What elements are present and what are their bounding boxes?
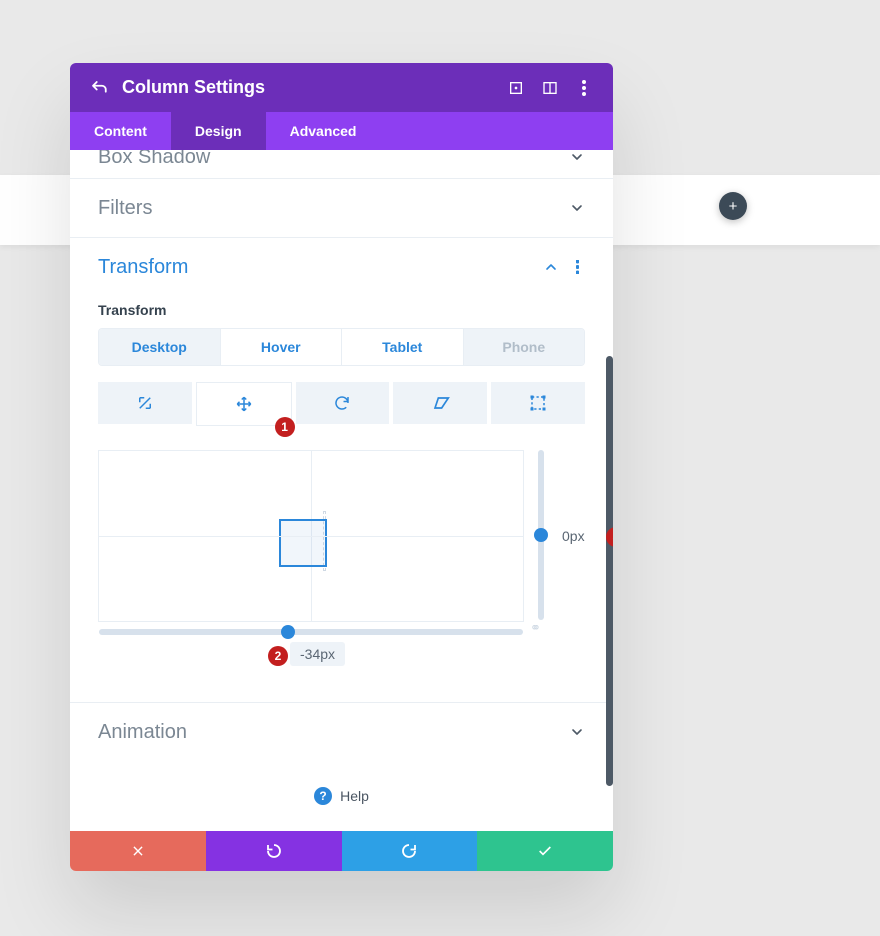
tab-advanced[interactable]: Advanced xyxy=(266,112,381,150)
tool-origin[interactable] xyxy=(491,382,585,424)
section-label: Animation xyxy=(98,721,569,744)
section-box-shadow[interactable]: Box Shadow xyxy=(70,150,613,179)
xy-grid[interactable] xyxy=(98,450,524,622)
annotation-badge-1: 1 xyxy=(275,417,295,437)
tab-design[interactable]: Design xyxy=(171,112,266,150)
modal-title: Column Settings xyxy=(122,77,491,98)
translate-handle[interactable] xyxy=(279,519,327,567)
expand-icon[interactable] xyxy=(507,79,525,97)
x-slider[interactable] xyxy=(99,629,523,635)
columns-icon[interactable] xyxy=(541,79,559,97)
tab-bar: Content Design Advanced xyxy=(70,112,613,150)
modal-footer xyxy=(70,831,613,871)
more-icon[interactable] xyxy=(575,79,593,97)
state-hover[interactable]: Hover xyxy=(220,329,342,365)
y-slider[interactable] xyxy=(538,450,544,620)
modal-body: Box Shadow Filters Transform xyxy=(70,150,613,831)
undo-button[interactable] xyxy=(206,831,342,871)
help-row[interactable]: ? Help xyxy=(70,761,613,831)
tool-rotate[interactable] xyxy=(296,382,390,424)
chevron-down-icon xyxy=(569,200,585,216)
state-desktop[interactable]: Desktop xyxy=(99,329,220,365)
transform-tool-row: 1 xyxy=(98,382,585,426)
chevron-down-icon xyxy=(569,724,585,740)
modal-header: Column Settings xyxy=(70,63,613,112)
section-label: Box Shadow xyxy=(98,150,569,169)
tool-skew[interactable] xyxy=(393,382,487,424)
tool-translate[interactable]: 1 xyxy=(196,382,292,426)
transform-sublabel: Transform xyxy=(98,302,585,318)
redo-button[interactable] xyxy=(342,831,478,871)
help-label: Help xyxy=(340,788,369,804)
chevron-up-icon xyxy=(543,259,559,275)
save-button[interactable] xyxy=(477,831,613,871)
section-options-icon[interactable] xyxy=(569,260,585,274)
section-filters[interactable]: Filters xyxy=(70,179,613,238)
section-transform: Transform Transform Desktop Hover Tablet… xyxy=(70,238,613,703)
cancel-button[interactable] xyxy=(70,831,206,871)
tool-scale[interactable] xyxy=(98,382,192,424)
translate-xy-pad[interactable]: ⚭ 0px 3 -34px 2 xyxy=(98,450,585,622)
x-value: -34px xyxy=(290,642,345,666)
tab-content[interactable]: Content xyxy=(70,112,171,150)
x-slider-knob[interactable] xyxy=(281,625,295,639)
y-slider-knob[interactable] xyxy=(534,528,548,542)
chevron-down-icon xyxy=(569,150,585,165)
back-icon[interactable] xyxy=(90,79,108,97)
state-segmented-control: Desktop Hover Tablet Phone xyxy=(98,328,585,366)
scrollbar[interactable] xyxy=(606,356,613,786)
state-phone[interactable]: Phone xyxy=(463,329,585,365)
add-section-button[interactable]: + xyxy=(719,192,747,220)
link-axes-icon[interactable]: ⚭ xyxy=(530,620,541,636)
section-label: Filters xyxy=(98,197,569,220)
column-settings-modal: Column Settings Content Design Advanced … xyxy=(70,63,613,871)
annotation-badge-2: 2 xyxy=(268,646,288,666)
section-label: Transform xyxy=(98,256,543,279)
help-icon: ? xyxy=(314,787,332,805)
y-value: 0px xyxy=(562,528,585,544)
section-animation[interactable]: Animation xyxy=(70,703,613,761)
section-transform-toggle[interactable]: Transform xyxy=(98,238,585,296)
state-tablet[interactable]: Tablet xyxy=(341,329,463,365)
